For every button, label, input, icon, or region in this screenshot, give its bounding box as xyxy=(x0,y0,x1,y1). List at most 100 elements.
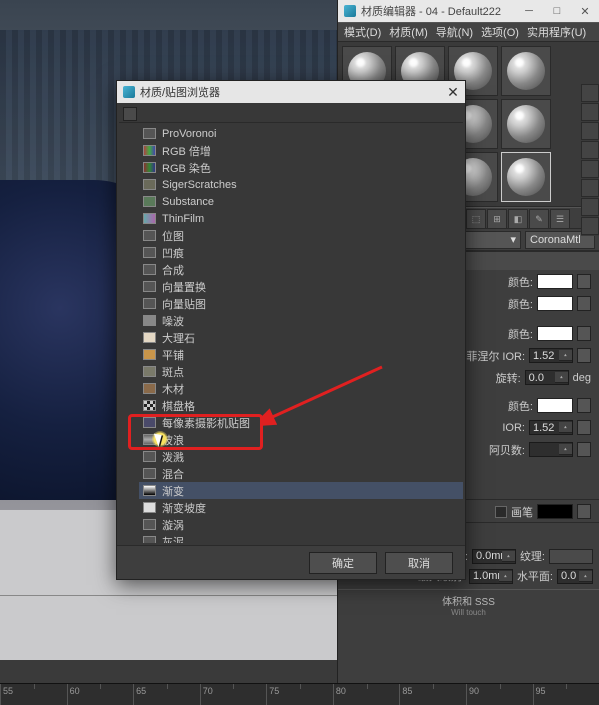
param-label: 画笔 xyxy=(511,504,533,520)
map-type-icon xyxy=(143,213,156,224)
side-tool-button[interactable] xyxy=(581,122,599,140)
rotate-spinner[interactable]: 0.0 xyxy=(525,370,569,385)
map-list-item[interactable]: 混合 xyxy=(139,465,463,482)
map-list-item-label: 渐变坡度 xyxy=(162,500,206,516)
tool-button[interactable]: ⊞ xyxy=(487,209,507,229)
waterlevel-spinner[interactable]: 0.0 xyxy=(557,569,593,584)
color-swatch[interactable] xyxy=(537,296,573,311)
timeline-ruler[interactable]: 556065707580859095 xyxy=(0,683,599,705)
map-list-item[interactable]: 棋盘格 xyxy=(139,397,463,414)
map-type-icon xyxy=(143,519,156,530)
map-list-item-label: 灰泥 xyxy=(162,534,184,544)
material-editor-titlebar[interactable]: 材质编辑器 - 04 - Default222 ─ □ ✕ xyxy=(338,0,599,22)
map-list-item[interactable]: 向量置换 xyxy=(139,278,463,295)
tool-button[interactable]: ✎ xyxy=(529,209,549,229)
map-slot-button[interactable] xyxy=(577,442,591,457)
map-list-item[interactable]: 漩涡 xyxy=(139,516,463,533)
side-tool-button[interactable] xyxy=(581,84,599,102)
menu-material[interactable]: 材质(M) xyxy=(387,24,430,40)
tool-button[interactable]: ◧ xyxy=(508,209,528,229)
browser-tool-button[interactable] xyxy=(123,107,137,121)
map-list-item[interactable]: 渐变 xyxy=(139,482,463,499)
sample-slot-selected[interactable] xyxy=(501,152,551,202)
map-list-item[interactable]: Substance xyxy=(139,193,463,210)
max-level-spinner[interactable]: 1.0mm xyxy=(469,569,513,584)
side-tool-button[interactable] xyxy=(581,160,599,178)
map-slot-button[interactable] xyxy=(577,296,591,311)
ok-button[interactable]: 确定 xyxy=(309,552,377,574)
map-list-item-label: 位图 xyxy=(162,228,184,244)
ruler-tick: 95 xyxy=(533,684,599,705)
map-list-item[interactable]: 每像素摄影机贴图 xyxy=(139,414,463,431)
browser-titlebar[interactable]: 材质/贴图浏览器 ✕ xyxy=(117,81,465,103)
map-slot-button[interactable] xyxy=(577,420,591,435)
map-list-item[interactable]: 平铺 xyxy=(139,346,463,363)
map-slot-button[interactable] xyxy=(577,274,591,289)
param-label: 水平面: xyxy=(517,568,553,584)
map-list-item[interactable]: 大理石 xyxy=(139,329,463,346)
ior-spinner[interactable]: 1.52 xyxy=(529,420,573,435)
close-icon[interactable]: ✕ xyxy=(445,84,461,100)
ruler-tick: 75 xyxy=(266,684,333,705)
map-list[interactable]: ProVoronoiRGB 倍增RGB 染色SigerScratchesSubs… xyxy=(119,123,463,543)
side-tool-button[interactable] xyxy=(581,217,599,235)
map-slot-button[interactable] xyxy=(577,326,591,341)
map-list-item[interactable]: 噪波 xyxy=(139,312,463,329)
map-list-item[interactable]: ProVoronoi xyxy=(139,125,463,142)
sss-rollout-header[interactable]: 体积和 SSS Will touch xyxy=(338,589,599,619)
ruler-tick: 90 xyxy=(466,684,533,705)
side-tool-button[interactable] xyxy=(581,179,599,197)
abbe-spinner[interactable] xyxy=(529,442,573,457)
texture-map-slot[interactable] xyxy=(549,549,593,564)
color-swatch[interactable] xyxy=(537,274,573,289)
map-list-item[interactable]: 合成 xyxy=(139,261,463,278)
map-list-item[interactable]: SigerScratches xyxy=(139,176,463,193)
fresnel-ior-spinner[interactable]: 1.52 xyxy=(529,348,573,363)
chevron-down-icon: ▾ xyxy=(510,233,516,246)
map-list-item-label: 平铺 xyxy=(162,347,184,363)
minimize-button[interactable]: ─ xyxy=(515,0,543,22)
color-swatch[interactable] xyxy=(537,504,573,519)
map-list-item[interactable]: RGB 染色 xyxy=(139,159,463,176)
browser-toolbar xyxy=(119,105,463,123)
maximize-button[interactable]: □ xyxy=(543,0,571,22)
sample-slot[interactable] xyxy=(501,46,551,96)
map-list-item[interactable]: ThinFilm xyxy=(139,210,463,227)
map-list-item[interactable]: 位图 xyxy=(139,227,463,244)
color-swatch[interactable] xyxy=(537,398,573,413)
map-list-item[interactable]: 泼溅 xyxy=(139,448,463,465)
side-tool-button[interactable] xyxy=(581,103,599,121)
map-type-icon xyxy=(143,332,156,343)
map-list-item[interactable]: 渐变坡度 xyxy=(139,499,463,516)
map-list-item[interactable]: 波浪 xyxy=(139,431,463,448)
menu-options[interactable]: 选项(O) xyxy=(479,24,521,40)
checkbox[interactable] xyxy=(495,506,507,518)
tool-button[interactable]: ⬚ xyxy=(466,209,486,229)
menu-mode[interactable]: 模式(D) xyxy=(342,24,383,40)
map-slot-button[interactable] xyxy=(577,348,591,363)
ruler-tick: 85 xyxy=(399,684,466,705)
cancel-button[interactable]: 取消 xyxy=(385,552,453,574)
color-swatch[interactable] xyxy=(537,326,573,341)
material-editor-menubar: 模式(D) 材质(M) 导航(N) 选项(O) 实用程序(U) xyxy=(338,22,599,42)
menu-utilities[interactable]: 实用程序(U) xyxy=(525,24,588,40)
map-list-item[interactable]: 凹痕 xyxy=(139,244,463,261)
map-slot-button[interactable] xyxy=(577,504,591,519)
map-type-icon xyxy=(143,281,156,292)
side-tool-button[interactable] xyxy=(581,198,599,216)
param-label: 菲涅尔 IOR: xyxy=(466,348,525,364)
map-list-item[interactable]: 向量贴图 xyxy=(139,295,463,312)
map-list-item[interactable]: RGB 倍增 xyxy=(139,142,463,159)
tool-button[interactable]: ☰ xyxy=(550,209,570,229)
map-list-item[interactable]: 斑点 xyxy=(139,363,463,380)
map-list-item-label: 大理石 xyxy=(162,330,195,346)
map-slot-button[interactable] xyxy=(577,398,591,413)
close-button[interactable]: ✕ xyxy=(571,0,599,22)
map-list-item[interactable]: 灰泥 xyxy=(139,533,463,543)
map-list-item[interactable]: 木材 xyxy=(139,380,463,397)
min-level-spinner[interactable]: 0.0mm xyxy=(472,549,516,564)
menu-navigate[interactable]: 导航(N) xyxy=(434,24,475,40)
sample-slot[interactable] xyxy=(501,99,551,149)
map-type-icon xyxy=(143,264,156,275)
side-tool-button[interactable] xyxy=(581,141,599,159)
